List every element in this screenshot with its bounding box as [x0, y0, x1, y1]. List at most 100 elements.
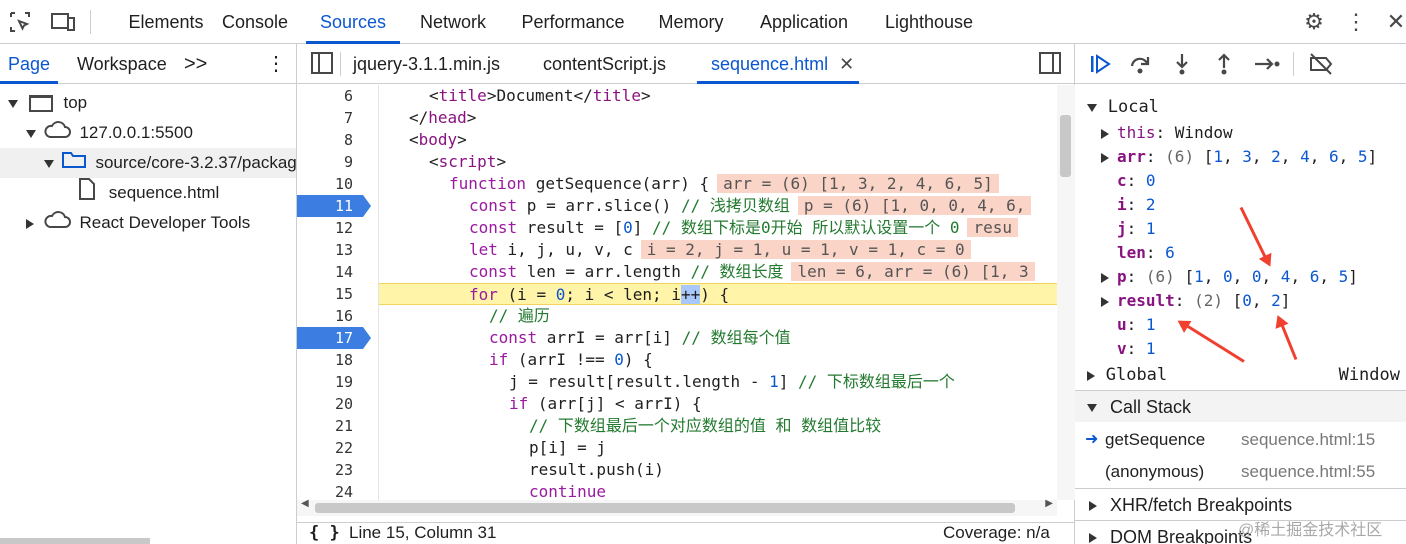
line-number-gutter: 6 7 8 9 10 11 12 13 14 15 16 17 18 19 20 21 22 23 24 — [297, 85, 379, 501]
settings-icon[interactable]: ⚙ — [1302, 10, 1326, 34]
tree-item-top[interactable]: top — [0, 88, 296, 118]
line-number[interactable]: 7 — [297, 107, 379, 129]
step-icon[interactable] — [1253, 52, 1280, 76]
tree-item-host[interactable]: 127.0.0.1:5500 — [0, 118, 296, 148]
variable-value: 1 — [1145, 219, 1156, 238]
pretty-print-icon[interactable]: { } — [309, 523, 340, 543]
deactivate-breakpoints-icon[interactable] — [1307, 52, 1333, 76]
tab-workspace[interactable]: Workspace — [77, 44, 167, 84]
tab-sequence-html[interactable]: sequence.html ✕ — [697, 44, 859, 84]
collapse-arrow-icon — [1101, 128, 1109, 139]
tree-item-folder[interactable]: source/core-3.2.37/packag — [0, 148, 296, 178]
frame-location[interactable]: sequence.html:15 — [1241, 424, 1375, 456]
select-element-icon[interactable] — [8, 10, 32, 34]
debugger-controls — [1075, 44, 1406, 84]
resume-icon[interactable] — [1087, 52, 1113, 76]
horizontal-scrollbar[interactable]: ◀ ▶ — [297, 498, 1057, 516]
section-title: XHR/fetch Breakpoints — [1110, 495, 1293, 515]
line-number[interactable]: 23 — [297, 459, 379, 481]
scrollbar-thumb[interactable] — [1060, 115, 1071, 177]
line-number[interactable]: 13 — [297, 239, 379, 261]
frame-location[interactable]: sequence.html:55 — [1241, 456, 1375, 488]
tree-item-react[interactable]: React Developer Tools — [0, 208, 296, 238]
scope-variable-arr[interactable]: arr: (6) [1, 3, 2, 4, 6, 5] — [1075, 145, 1377, 169]
tab-console[interactable]: Console — [212, 0, 298, 44]
scope-variable-i[interactable]: i: 2 — [1075, 193, 1156, 217]
more-vert-icon[interactable]: ⋮ — [266, 44, 286, 84]
toggle-navigator-icon[interactable] — [311, 52, 333, 74]
line-number[interactable]: 15 — [297, 283, 379, 305]
scroll-right-icon[interactable]: ▶ — [1045, 498, 1053, 509]
tab-network[interactable]: Network — [408, 0, 498, 44]
code-line: p[i] = j — [529, 438, 607, 457]
call-frame[interactable]: ➜ getSequence sequence.html:15 — [1075, 424, 1406, 456]
device-toolbar-icon[interactable] — [50, 10, 75, 34]
toggle-debugger-icon[interactable] — [1039, 52, 1061, 74]
scrollbar-thumb[interactable] — [315, 503, 1015, 513]
code-line: let i, j, u, v, ci = 2, j = 1, u = 1, v … — [379, 239, 1057, 261]
scope-variable-c[interactable]: c: 0 — [1075, 169, 1156, 193]
tab-sources[interactable]: Sources — [306, 0, 400, 44]
variable-name: u — [1117, 315, 1127, 334]
colon: : — [1126, 339, 1146, 358]
line-number[interactable]: 18 — [297, 349, 379, 371]
scope-variable-v[interactable]: v: 1 — [1075, 337, 1156, 361]
tab-label: sequence.html — [711, 54, 829, 74]
step-out-icon[interactable] — [1211, 52, 1237, 76]
scope-variable-p[interactable]: p: (6) [1, 0, 0, 4, 6, 5] — [1075, 265, 1358, 289]
scope-variable-this[interactable]: this: Window — [1075, 121, 1233, 145]
scope-variable-j[interactable]: j: 1 — [1075, 217, 1156, 241]
tab-lighthouse[interactable]: Lighthouse — [874, 0, 984, 44]
breakpoint-line-number[interactable]: 11 — [297, 195, 371, 217]
code-line: const len = arr.length // 数组长度 len = 6, a… — [379, 261, 1057, 283]
scroll-left-icon[interactable]: ◀ — [301, 498, 309, 509]
line-number[interactable]: 12 — [297, 217, 379, 239]
line-number[interactable]: 20 — [297, 393, 379, 415]
tab-performance[interactable]: Performance — [512, 0, 634, 44]
call-stack-header[interactable]: Call Stack — [1075, 390, 1406, 422]
more-tabs-button[interactable]: >> — [184, 44, 207, 84]
line-number[interactable]: 14 — [297, 261, 379, 283]
frame-function: getSequence — [1105, 430, 1206, 449]
scope-variable-u[interactable]: u: 1 — [1075, 313, 1156, 337]
tab-contentscript[interactable]: contentScript.js — [543, 44, 666, 84]
tab-jquery[interactable]: jquery-3.1.1.min.js — [353, 44, 500, 84]
variable-name: p — [1117, 267, 1127, 286]
step-over-icon[interactable] — [1127, 52, 1153, 76]
colon: : — [1145, 147, 1166, 166]
variable-value: (2) [0, 2] — [1194, 291, 1291, 310]
tab-memory[interactable]: Memory — [648, 0, 734, 44]
variable-value: 6 — [1165, 243, 1175, 262]
tab-elements[interactable]: Elements — [104, 0, 228, 44]
scope-global-header[interactable]: Global Window — [1075, 363, 1406, 387]
close-tab-icon[interactable]: ✕ — [839, 54, 854, 74]
scope-variable-result[interactable]: result: (2) [0, 2] — [1075, 289, 1290, 313]
scope-variable-len[interactable]: len: 6 — [1075, 241, 1175, 265]
expand-arrow-icon — [1087, 103, 1097, 112]
tree-item-file[interactable]: sequence.html — [0, 178, 296, 208]
variable-value: (6) [1, 3, 2, 4, 6, 5] — [1165, 147, 1378, 166]
close-icon[interactable]: ✕ — [1384, 10, 1406, 34]
line-number[interactable]: 16 — [297, 305, 379, 327]
more-vert-icon[interactable]: ⋮ — [1344, 10, 1368, 34]
scope-value: Window — [1338, 365, 1400, 385]
cursor-position: Line 15, Column 31 — [349, 523, 497, 542]
line-number[interactable]: 10 — [297, 173, 379, 195]
call-frame[interactable]: (anonymous) sequence.html:55 — [1075, 456, 1406, 488]
breakpoint-line-number[interactable]: 17 — [297, 327, 371, 349]
vertical-scrollbar[interactable] — [1057, 85, 1075, 500]
colon: : — [1174, 291, 1195, 310]
scrollbar[interactable] — [0, 538, 150, 544]
devtools-toolbar: Elements Console Sources Network Perform… — [0, 0, 1406, 44]
tab-application[interactable]: Application — [748, 0, 860, 44]
tab-page[interactable]: Page — [0, 44, 58, 84]
line-number[interactable]: 22 — [297, 437, 379, 459]
line-number[interactable]: 21 — [297, 415, 379, 437]
scope-local-header[interactable]: Local — [1075, 95, 1406, 119]
line-number[interactable]: 6 — [297, 85, 379, 107]
line-number[interactable]: 9 — [297, 151, 379, 173]
step-into-icon[interactable] — [1169, 52, 1195, 76]
expand-arrow-icon — [44, 159, 54, 168]
line-number[interactable]: 8 — [297, 129, 379, 151]
line-number[interactable]: 19 — [297, 371, 379, 393]
